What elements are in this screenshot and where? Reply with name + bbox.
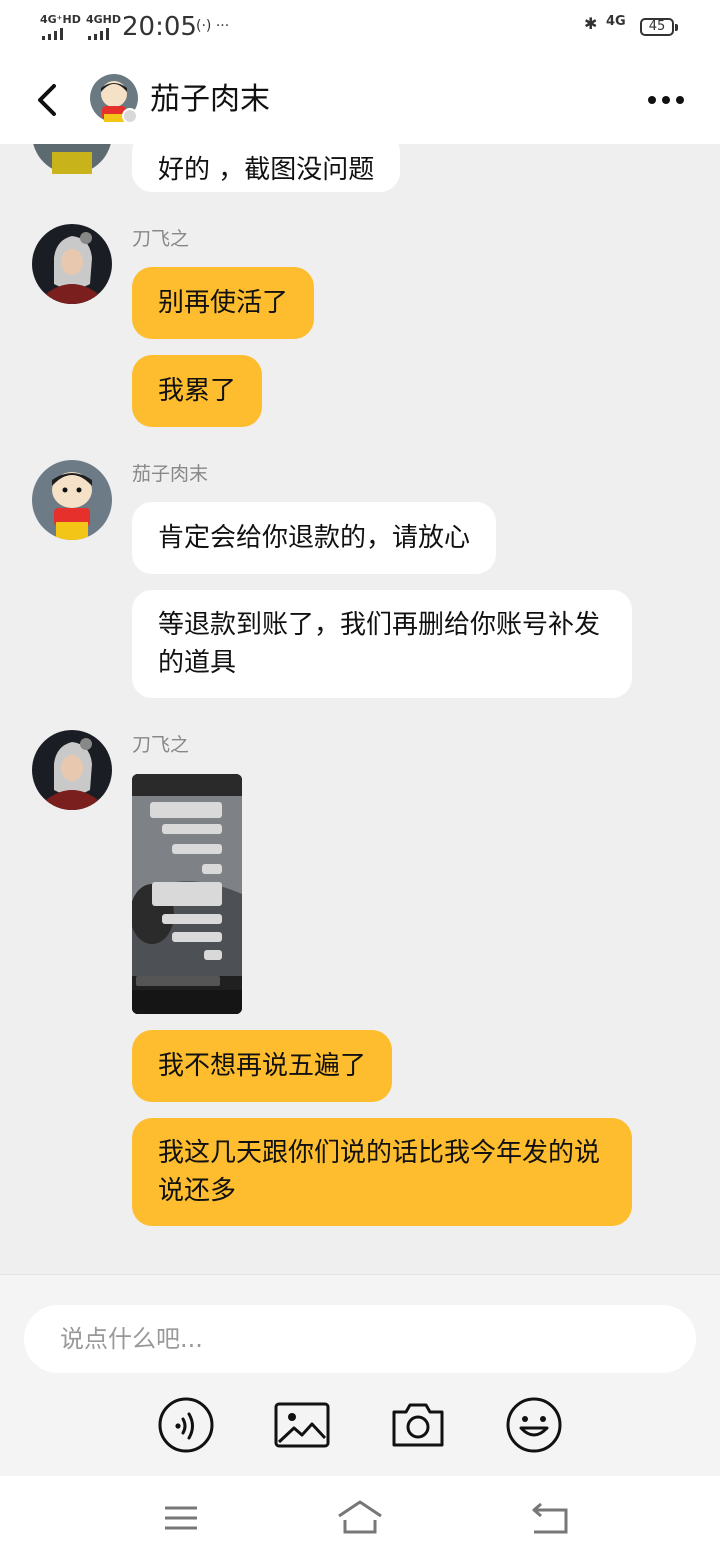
camera-icon[interactable] [388, 1395, 448, 1455]
emoji-icon[interactable] [504, 1395, 564, 1455]
sender-name: 刀飞之 [132, 734, 190, 756]
status-dot [122, 108, 138, 124]
sender-avatar[interactable] [32, 730, 112, 810]
message-bubble[interactable]: 等退款到账了，我们再删给你账号补发的道具 [132, 590, 632, 698]
chat-header: 茄子肉末 [0, 56, 720, 144]
sender-name: 茄子肉末 [132, 463, 209, 485]
sender-avatar[interactable] [32, 460, 112, 540]
chat-title: 茄子肉末 [150, 82, 270, 117]
back-nav-icon[interactable] [524, 1498, 574, 1538]
status-bar: 4G⁺HD 4GHD 20:05 (·) ··· ✱ 4G 45 [0, 0, 720, 56]
image-icon[interactable] [272, 1395, 332, 1455]
network-label: 4G [606, 14, 626, 29]
sender-avatar[interactable] [32, 224, 112, 304]
message-bubble[interactable]: 我不想再说五遍了 [132, 1030, 393, 1102]
message-bubble[interactable]: 我这几天跟你们说的话比我今年发的说说还多 [132, 1118, 632, 1226]
battery-level: 45 [648, 19, 666, 34]
sender-avatar[interactable] [32, 144, 112, 174]
signal-label-1: 4G⁺HD [40, 13, 81, 26]
more-button[interactable] [640, 86, 690, 114]
voice-icon[interactable] [156, 1395, 216, 1455]
screenshot-thumbnail [132, 774, 242, 1014]
image-message[interactable] [132, 774, 242, 1014]
status-time: 20:05 [122, 12, 197, 42]
message-bubble[interactable]: 肯定会给你退款的，请放心 [132, 502, 497, 574]
menu-icon[interactable] [156, 1498, 206, 1538]
status-extra: (·) ··· [196, 18, 230, 34]
input-area: 说点什么吧... [0, 1274, 720, 1477]
bluetooth-icon: ✱ [584, 14, 598, 33]
chat-screen: 4G⁺HD 4GHD 20:05 (·) ··· ✱ 4G 45 茄子肉末 好的… [0, 0, 720, 1560]
message-list[interactable]: 好的 ，截图没问题 刀飞之 别再使活了 我累了 茄子肉末 肯定会给你退款的，请放… [0, 144, 720, 1274]
system-nav-bar [0, 1476, 720, 1560]
battery-icon: 45 [640, 18, 678, 36]
back-button[interactable] [30, 78, 70, 122]
message-bubble[interactable]: 好的 ，截图没问题 [132, 144, 401, 192]
signal-label-2: 4GHD [86, 13, 122, 26]
message-input[interactable]: 说点什么吧... [24, 1305, 696, 1373]
home-icon[interactable] [335, 1498, 385, 1538]
message-bubble[interactable]: 我累了 [132, 355, 263, 427]
message-bubble[interactable]: 别再使活了 [132, 267, 315, 339]
back-icon [38, 84, 56, 116]
sender-name: 刀飞之 [132, 228, 190, 250]
